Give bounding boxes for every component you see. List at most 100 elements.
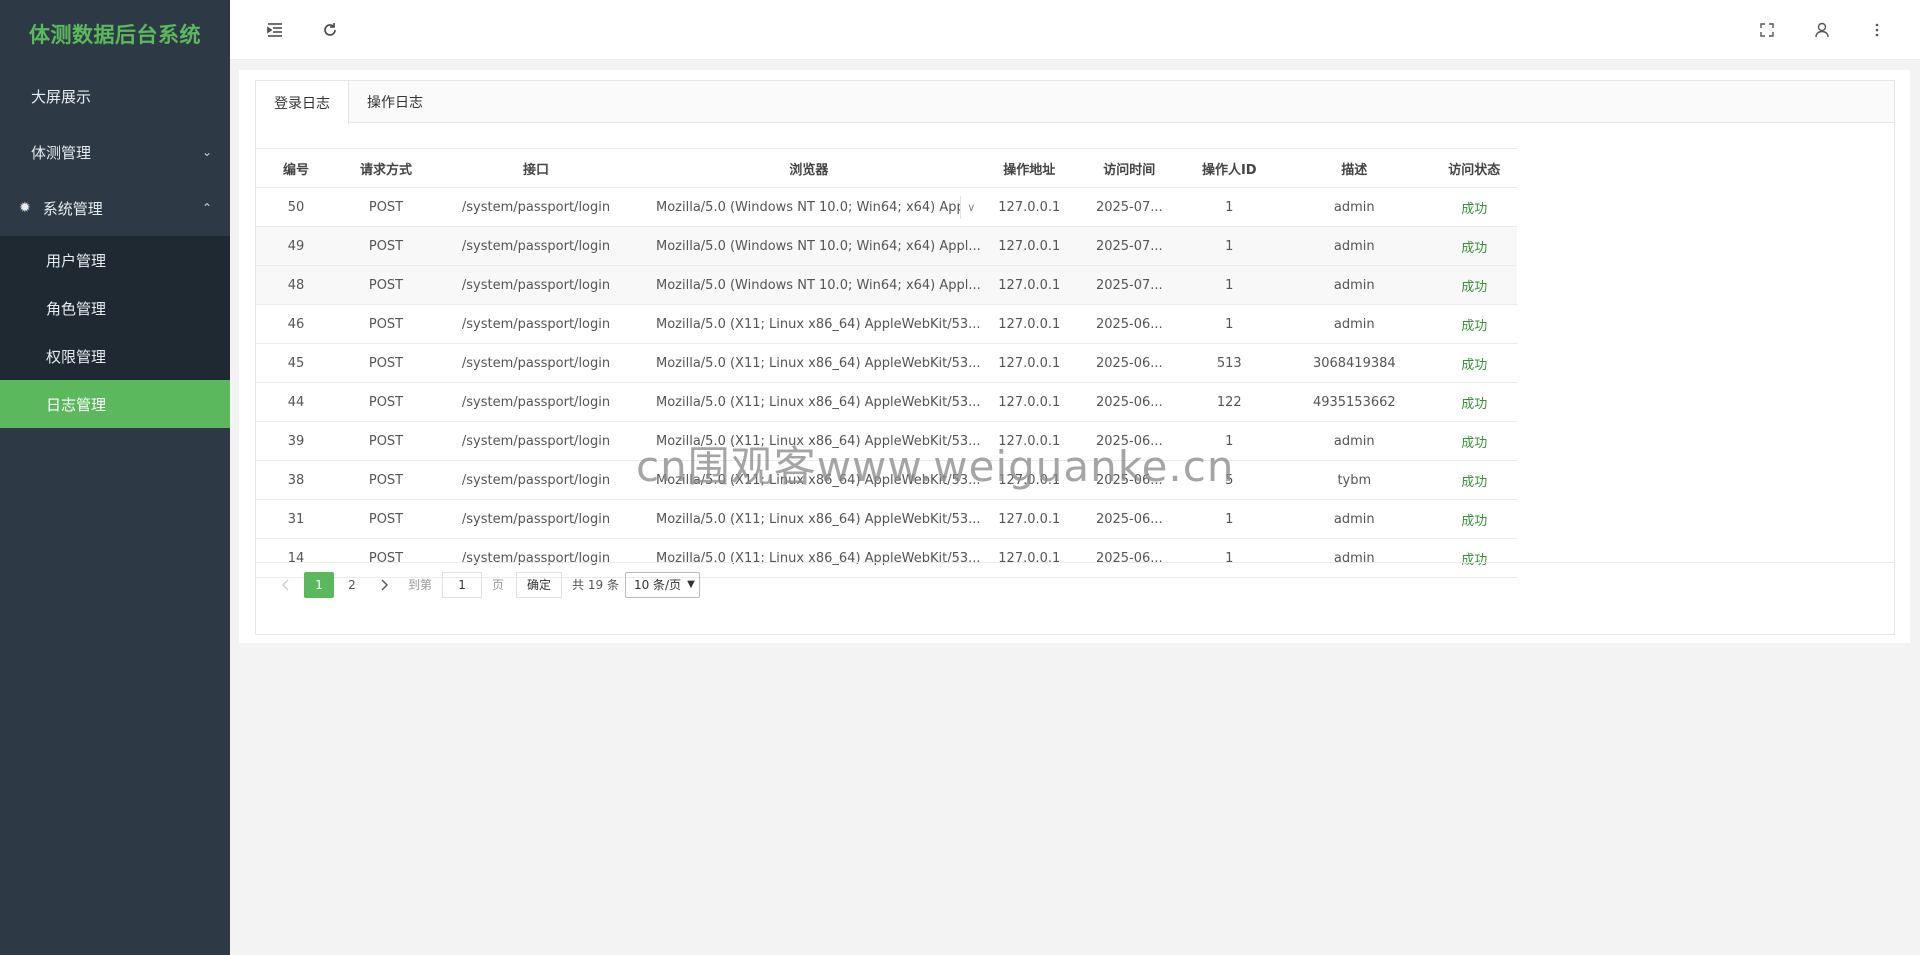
table-cell: /system/passport/login [436, 421, 636, 461]
table-row[interactable]: 48 POST/system/passport/login Mozilla/5.0 … [256, 265, 1517, 305]
table-cell: 1 [1181, 187, 1277, 227]
table-cell: POST [336, 421, 436, 461]
table-cell: /system/passport/login [436, 304, 636, 344]
column-header: 编号 [256, 148, 336, 188]
table-cell: POST [336, 343, 436, 383]
column-header: 操作人ID [1181, 148, 1277, 188]
table-cell: 45 [256, 343, 336, 383]
log-panel: 登录日志 操作日志 编号 请求方式 接口 浏览器 操作地址 访问时间 操作人ID 描述 访问状态… [255, 80, 1895, 635]
table-cell: Mozilla/5.0 (X11; Linux x86_64) AppleWeb… [636, 304, 982, 344]
table-row[interactable]: 46 POST/system/passport/login Mozilla/5.0 … [256, 304, 1517, 344]
table-cell: 127.0.0.1 [981, 304, 1077, 344]
table-cell-text: Mozilla/5.0 (X11; Linux x86_64) AppleWeb… [656, 355, 981, 371]
column-header: 请求方式 [336, 148, 436, 188]
table-row[interactable]: 50 POST/system/passport/login Mozilla/5.0 … [256, 187, 1517, 227]
table-cell: 2025-07... [1076, 187, 1182, 227]
table-cell: 2025-06... [1076, 304, 1182, 344]
sidebar-item-label: 系统管理 [42, 199, 103, 218]
refresh-icon[interactable] [318, 18, 342, 42]
table-cell: POST [336, 226, 436, 266]
table-cell: 127.0.0.1 [981, 499, 1077, 539]
page-button-2[interactable]: 2 [338, 572, 366, 598]
user-icon[interactable] [1810, 18, 1834, 42]
table-cell: admin [1276, 499, 1432, 539]
table-cell: 成功 [1431, 265, 1517, 305]
table-cell: 127.0.0.1 [981, 421, 1077, 461]
table-cell: 1 [1181, 304, 1277, 344]
table-cell: 1 [1181, 265, 1277, 305]
table-cell: 2025-07... [1076, 226, 1182, 266]
goto-page-input[interactable]: 1 [442, 571, 483, 598]
goto-confirm-button[interactable]: 确定 [516, 571, 563, 598]
fullscreen-icon[interactable] [1755, 18, 1779, 42]
table-cell: 成功 [1431, 343, 1517, 383]
more-icon[interactable] [1865, 18, 1889, 42]
table-cell: 1 [1181, 499, 1277, 539]
table-row[interactable]: 39 POST/system/passport/login Mozilla/5.0 … [256, 421, 1517, 461]
table-cell: 122 [1181, 382, 1277, 422]
pagination: 1 2 到第 1 页 确定 共 19 条 10 条/页 ▼ [256, 562, 1894, 606]
table-cell: /system/passport/login [436, 343, 636, 383]
page-size-select[interactable]: 10 条/页 ▼ [624, 571, 700, 598]
table-cell: 127.0.0.1 [981, 265, 1077, 305]
table-cell: 39 [256, 421, 336, 461]
goto-label: 到第 [408, 578, 433, 592]
table-cell: POST [336, 265, 436, 305]
table-cell: 49 [256, 226, 336, 266]
prev-page-icon[interactable] [272, 572, 300, 598]
tab-operation-log[interactable]: 操作日志 [349, 81, 441, 123]
table-row[interactable]: 38 POST/system/passport/login Mozilla/5.0 … [256, 460, 1517, 500]
tab-login-log[interactable]: 登录日志 [256, 81, 349, 124]
sidebar-item-logs[interactable]: 日志管理 [0, 380, 230, 428]
log-table: 编号 请求方式 接口 浏览器 操作地址 访问时间 操作人ID 描述 访问状态 50 POST/sy… [256, 148, 1517, 578]
menu-toggle-icon[interactable] [263, 18, 287, 42]
table-cell: 成功 [1431, 304, 1517, 344]
sidebar-item-users[interactable]: 用户管理 [0, 236, 230, 284]
table-cell-text: Mozilla/5.0 (Windows NT 10.0; Win64; x64… [656, 199, 981, 215]
sidebar-item-dashboard[interactable]: 大屏展示 [0, 68, 230, 124]
table-cell: POST [336, 187, 436, 227]
table-cell: 4935153662 [1276, 382, 1432, 422]
table-row[interactable]: 49 POST/system/passport/login Mozilla/5.0 … [256, 226, 1517, 266]
table-cell: Mozilla/5.0 (X11; Linux x86_64) AppleWeb… [636, 421, 982, 461]
sidebar-item-system[interactable]: ✹ 系统管理 ⌃ [0, 180, 230, 236]
next-page-icon[interactable] [370, 572, 398, 598]
table-cell: admin [1276, 304, 1432, 344]
table-cell-text: Mozilla/5.0 (X11; Linux x86_64) AppleWeb… [656, 316, 981, 332]
sidebar-item-fitness[interactable]: 体测管理 ⌄ [0, 124, 230, 180]
table-cell: 127.0.0.1 [981, 226, 1077, 266]
table-cell: /system/passport/login [436, 265, 636, 305]
column-header: 接口 [436, 148, 636, 188]
table-row[interactable]: 45 POST/system/passport/login Mozilla/5.0 … [256, 343, 1517, 383]
table-cell: admin [1276, 187, 1432, 227]
sidebar: 体测数据后台系统 大屏展示 体测管理 ⌄ ✹ 系统管理 ⌃ 用户管理 角色管理 … [0, 0, 230, 955]
table-cell: Mozilla/5.0 (X11; Linux x86_64) AppleWeb… [636, 460, 982, 500]
table-cell: 3068419384 [1276, 343, 1432, 383]
table-cell: 2025-06... [1076, 343, 1182, 383]
table-cell: 127.0.0.1 [981, 187, 1077, 227]
table-row[interactable]: 44 POST/system/passport/login Mozilla/5.0 … [256, 382, 1517, 422]
table-cell: POST [336, 499, 436, 539]
table-cell: 46 [256, 304, 336, 344]
table-row[interactable]: 31 POST/system/passport/login Mozilla/5.0 … [256, 499, 1517, 539]
table-cell: 1 [1181, 421, 1277, 461]
table-cell: 127.0.0.1 [981, 343, 1077, 383]
sidebar-item-permissions[interactable]: 权限管理 [0, 332, 230, 380]
sidebar-item-roles[interactable]: 角色管理 [0, 284, 230, 332]
table-cell: tybm [1276, 460, 1432, 500]
top-header [230, 0, 1920, 60]
table-cell: Mozilla/5.0 (X11; Linux x86_64) AppleWeb… [636, 343, 982, 383]
table-cell: 5 [1181, 460, 1277, 500]
table-cell: 2025-06... [1076, 499, 1182, 539]
table-cell: 成功 [1431, 226, 1517, 266]
table-cell: 成功 [1431, 187, 1517, 227]
chevron-down-icon: ⌄ [201, 145, 212, 159]
table-cell: admin [1276, 226, 1432, 266]
page-button-1[interactable]: 1 [304, 571, 334, 598]
expand-chevron-icon[interactable]: ∨ [959, 196, 982, 219]
sidebar-item-label: 大屏展示 [31, 87, 92, 106]
table-header-row: 编号 请求方式 接口 浏览器 操作地址 访问时间 操作人ID 描述 访问状态 [256, 148, 1517, 188]
table-cell: POST [336, 304, 436, 344]
table-cell: /system/passport/login [436, 460, 636, 500]
table-cell: admin [1276, 421, 1432, 461]
